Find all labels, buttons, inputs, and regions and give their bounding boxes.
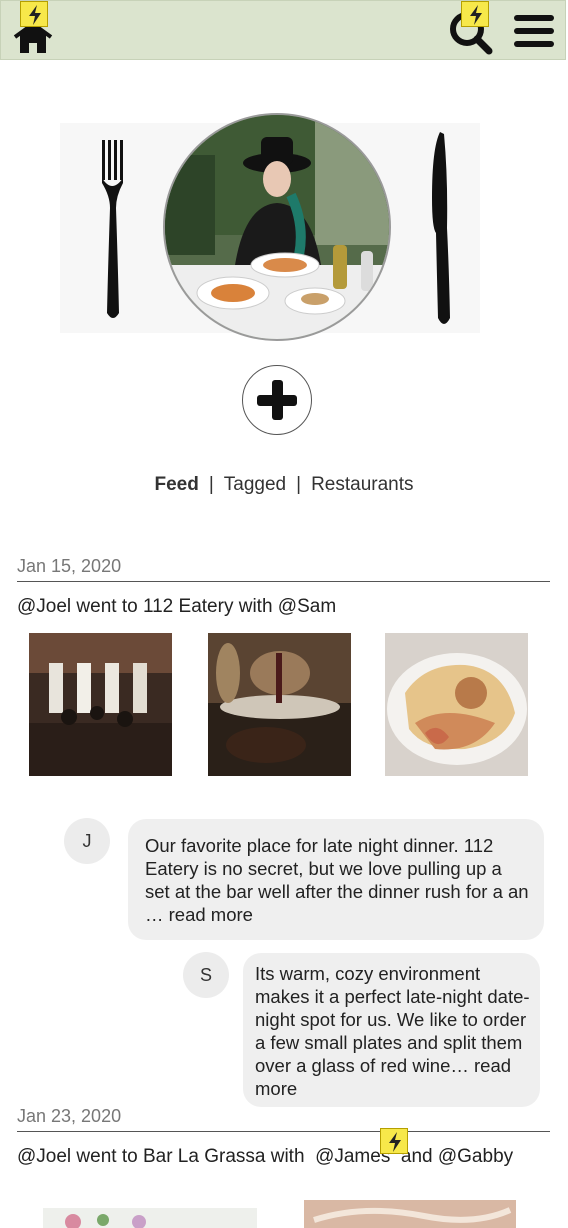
post-photo[interactable] — [385, 633, 528, 776]
post-photo[interactable] — [208, 633, 351, 776]
post-photo[interactable] — [43, 1208, 257, 1228]
divider — [17, 581, 550, 582]
tab-separator: | — [208, 474, 214, 495]
avatar[interactable]: S — [183, 952, 229, 998]
post-title[interactable]: @Joel went to Bar La Grassa with @James … — [17, 1146, 513, 1168]
avatar[interactable]: J — [64, 818, 110, 864]
divider — [17, 1131, 550, 1132]
tab-feed[interactable]: Feed — [154, 474, 198, 495]
lightning-bolt-icon — [20, 1, 48, 27]
post-date: Jan 15, 2020 — [17, 556, 122, 576]
plus-icon — [257, 380, 297, 420]
post-photo[interactable] — [304, 1200, 516, 1228]
lightning-bolt-icon — [380, 1128, 408, 1154]
post-photo[interactable] — [29, 633, 172, 776]
post-date: Jan 23, 2020 — [17, 1106, 122, 1126]
comment-bubble[interactable]: Its warm, cozy environment makes it a pe… — [243, 953, 540, 1107]
add-button[interactable] — [242, 365, 312, 435]
tab-separator: | — [296, 474, 302, 495]
hamburger-menu-icon[interactable] — [513, 13, 555, 49]
tab-restaurants[interactable]: Restaurants — [311, 474, 413, 495]
tab-tagged[interactable]: Tagged — [224, 474, 286, 495]
comment-bubble[interactable]: Our favorite place for late night dinner… — [128, 819, 544, 940]
top-nav-bar — [0, 0, 566, 60]
profile-tabs: Feed | Tagged | Restaurants — [0, 474, 568, 496]
post-title[interactable]: @Joel went to 112 Eatery with @Sam — [17, 596, 336, 618]
profile-photo[interactable] — [163, 113, 391, 341]
lightning-bolt-icon — [461, 1, 489, 27]
